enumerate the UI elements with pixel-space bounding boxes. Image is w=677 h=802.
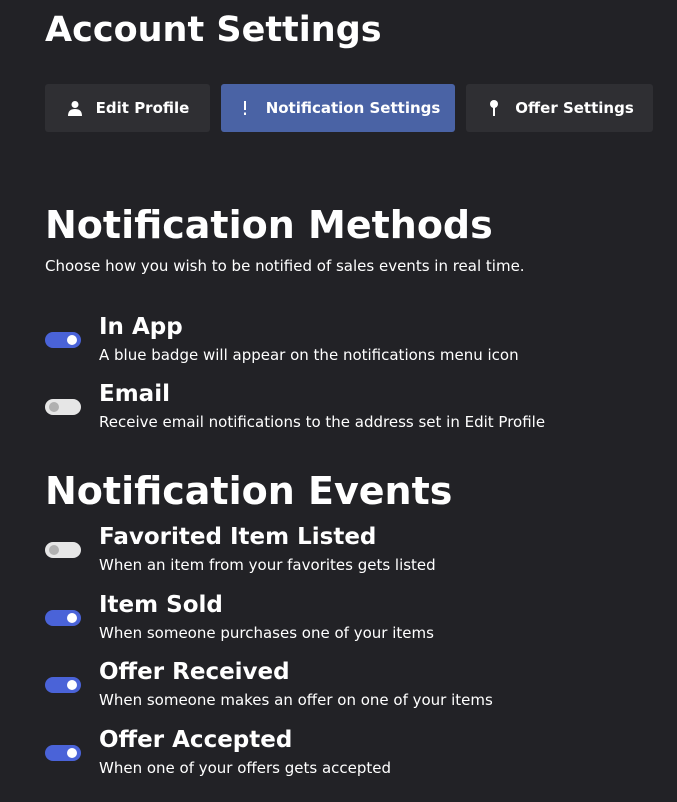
tab-label: Notification Settings xyxy=(265,99,441,117)
setting-label: Email xyxy=(99,381,170,407)
setting-item-sold: Item Sold When someone purchases one of … xyxy=(45,592,665,660)
toggle-knob xyxy=(67,335,77,345)
user-icon xyxy=(66,99,84,117)
setting-label: In App xyxy=(99,314,183,340)
setting-email: Email Receive email notifications to the… xyxy=(45,381,665,449)
setting-description: When one of your offers gets accepted xyxy=(99,759,392,777)
settings-tabs: Edit Profile Notification Settings Offer… xyxy=(45,84,653,132)
in-app-toggle[interactable] xyxy=(45,332,81,348)
setting-label: Offer Accepted xyxy=(99,727,293,753)
events-section-title: Notification Events xyxy=(45,469,453,513)
favorited-item-listed-toggle[interactable] xyxy=(45,542,81,558)
toggle-knob xyxy=(67,680,77,690)
setting-label: Item Sold xyxy=(99,592,223,618)
toggle-knob xyxy=(49,402,59,412)
email-toggle[interactable] xyxy=(45,399,81,415)
tab-offer-settings[interactable]: Offer Settings xyxy=(466,84,653,132)
page-title: Account Settings xyxy=(45,10,382,50)
setting-description: When someone makes an offer on one of yo… xyxy=(99,691,493,709)
offer-accepted-toggle[interactable] xyxy=(45,745,81,761)
toggle-knob xyxy=(67,613,77,623)
tab-label: Edit Profile xyxy=(95,99,190,117)
tab-edit-profile[interactable]: Edit Profile xyxy=(45,84,210,132)
setting-in-app: In App A blue badge will appear on the n… xyxy=(45,314,665,382)
setting-offer-accepted: Offer Accepted When one of your offers g… xyxy=(45,727,665,795)
item-sold-toggle[interactable] xyxy=(45,610,81,626)
methods-section-title: Notification Methods xyxy=(45,203,493,247)
tab-notification-settings[interactable]: Notification Settings xyxy=(221,84,455,132)
pin-icon xyxy=(485,99,503,117)
setting-offer-received: Offer Received When someone makes an off… xyxy=(45,659,665,727)
setting-label: Offer Received xyxy=(99,659,290,685)
setting-description: A blue badge will appear on the notifica… xyxy=(99,346,519,364)
offer-received-toggle[interactable] xyxy=(45,677,81,693)
tab-label: Offer Settings xyxy=(515,99,634,117)
setting-favorited-item-listed: Favorited Item Listed When an item from … xyxy=(45,524,665,592)
toggle-knob xyxy=(49,545,59,555)
setting-description: When someone purchases one of your items xyxy=(99,624,434,642)
setting-description: Receive email notifications to the addre… xyxy=(99,413,546,431)
setting-label: Favorited Item Listed xyxy=(99,524,377,550)
methods-section-description: Choose how you wish to be notified of sa… xyxy=(45,257,525,275)
setting-description: When an item from your favorites gets li… xyxy=(99,556,436,574)
toggle-knob xyxy=(67,748,77,758)
exclamation-icon xyxy=(236,99,254,117)
